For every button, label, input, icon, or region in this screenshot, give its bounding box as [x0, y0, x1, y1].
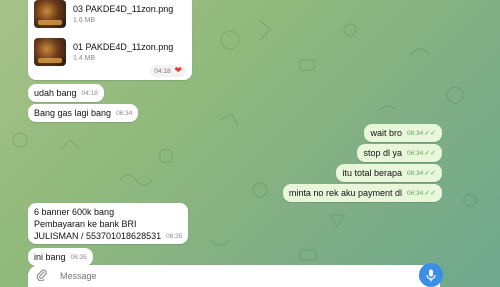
outgoing-message[interactable]: wait bro 06:34✓✓ — [364, 124, 442, 142]
message-time: 04:18 — [154, 68, 171, 75]
file-attachment-2[interactable]: 01 PAKDE4D_11zon.png 1.4 MB — [34, 36, 186, 68]
message-time: 06:34 — [116, 110, 133, 117]
message-time: 06:34 — [406, 190, 424, 197]
file-name: 03 PAKDE4D_11zon.png — [73, 3, 174, 14]
message-time: 06:35 — [70, 254, 87, 261]
message-text: udah bang — [34, 88, 77, 98]
message-line: Pembayaran ke bank BRI — [34, 219, 137, 229]
incoming-message[interactable]: ini bang 06:35 — [28, 248, 93, 266]
message-status: 06:34✓✓ — [407, 129, 436, 139]
message-text: itu total berapa — [342, 168, 402, 178]
message-status: 06:34✓✓ — [407, 189, 436, 199]
outgoing-message[interactable]: stop dl ya 06:34✓✓ — [357, 144, 442, 162]
outgoing-message[interactable]: minta no rek aku payment dl 06:34✓✓ — [282, 184, 442, 202]
double-check-icon: ✓✓ — [424, 150, 436, 157]
message-line: JULISMAN / 553701018628531 — [34, 231, 162, 241]
message-time: 04:18 — [81, 90, 98, 97]
message-status: 06:34✓✓ — [407, 149, 436, 159]
file-attachment-1[interactable]: 03 PAKDE4D_11zon.png 1.6 MB — [34, 0, 186, 30]
microphone-icon — [426, 269, 436, 281]
paperclip-icon[interactable] — [36, 269, 52, 284]
message-text: wait bro — [370, 128, 402, 138]
file-size: 1.6 MB — [73, 16, 96, 24]
file-size: 1.4 MB — [73, 54, 96, 62]
message-text: Bang gas lagi bang — [34, 108, 112, 118]
message-time: 06:34 — [406, 150, 424, 157]
file-message-bubble[interactable]: 03 PAKDE4D_11zon.png 1.6 MB 01 PAKDE4D_1… — [28, 0, 192, 80]
heart-icon: ❤ — [174, 65, 182, 75]
message-text: stop dl ya — [363, 148, 402, 158]
message-text: minta no rek aku payment dl — [288, 188, 402, 198]
incoming-message[interactable]: udah bang 04:18 — [28, 84, 104, 102]
message-time: 06:34 — [406, 130, 424, 137]
message-composer — [28, 265, 440, 287]
payment-info-message[interactable]: 6 banner 600k bang Pembayaran ke bank BR… — [28, 203, 189, 244]
double-check-icon: ✓✓ — [424, 190, 436, 197]
file-name: 01 PAKDE4D_11zon.png — [73, 41, 174, 52]
message-input[interactable] — [60, 271, 419, 281]
message-status: 06:34✓✓ — [407, 169, 436, 179]
message-text: ini bang — [34, 252, 66, 262]
outgoing-message[interactable]: itu total berapa 06:34✓✓ — [336, 164, 442, 182]
message-time: 06:35 — [166, 233, 183, 240]
message-line: 6 banner 600k bang — [34, 207, 115, 217]
image-thumbnail[interactable] — [34, 0, 66, 28]
incoming-message[interactable]: Bang gas lagi bang 06:34 — [28, 104, 139, 122]
image-thumbnail[interactable] — [34, 38, 66, 66]
double-check-icon: ✓✓ — [424, 170, 436, 177]
reaction-badge[interactable]: 04:18 ❤ — [150, 65, 186, 77]
microphone-button[interactable] — [419, 263, 443, 287]
double-check-icon: ✓✓ — [424, 130, 436, 137]
message-time: 06:34 — [406, 170, 424, 177]
